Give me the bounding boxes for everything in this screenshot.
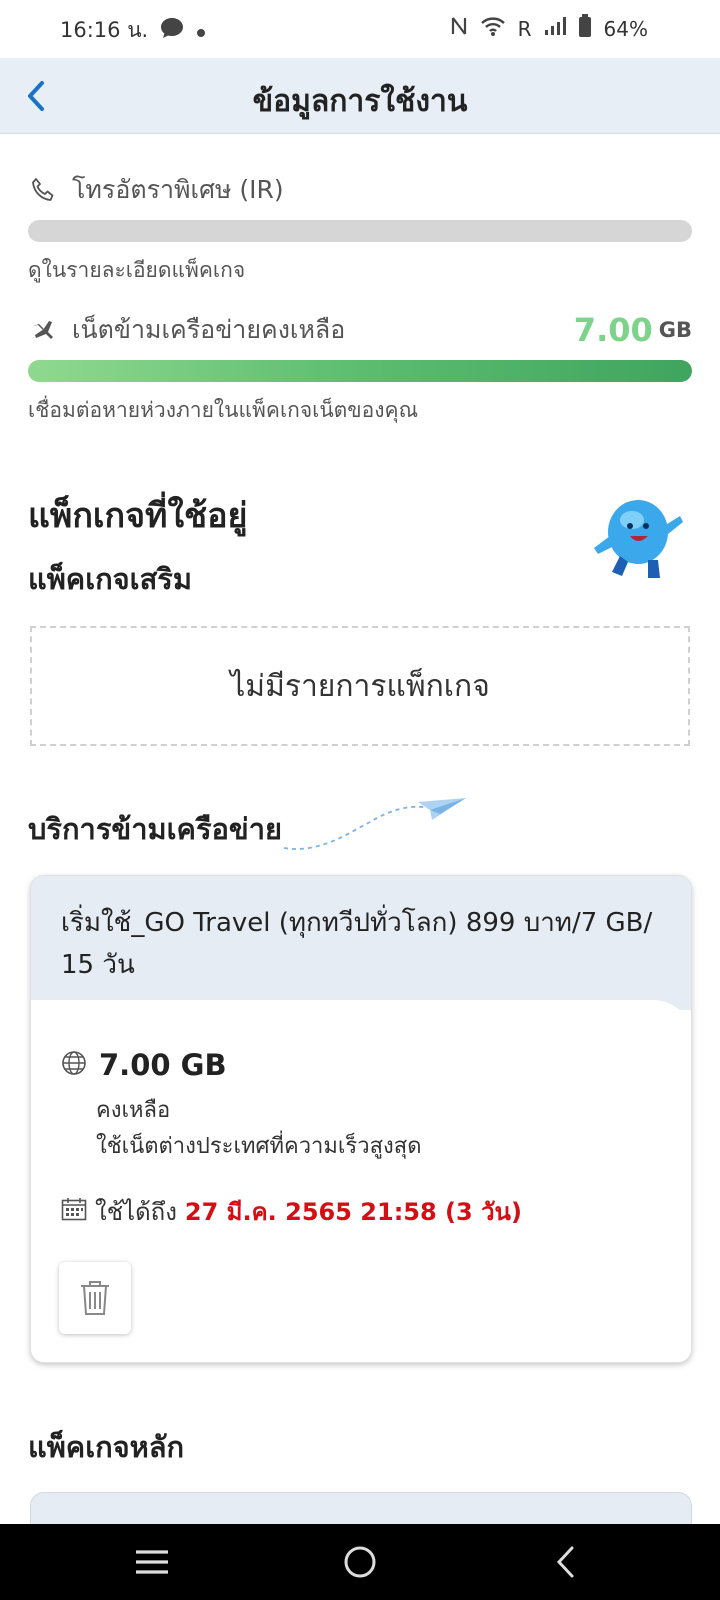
battery-icon [578, 14, 592, 43]
nfc-icon [450, 15, 468, 42]
notification-dot-icon [196, 19, 206, 43]
data-amount-row: 7.00 GB [61, 1048, 227, 1082]
app-header: ข้อมูลการใช้งาน [0, 58, 720, 134]
call-usage-bar [28, 220, 692, 242]
chat-bubble-icon [160, 17, 184, 44]
speed-label: ใช้เน็ตต่างประเทศที่ความเร็วสูงสุด [96, 1134, 422, 1159]
home-button[interactable] [330, 1538, 390, 1586]
data-remaining-value: 7.00 [573, 311, 653, 349]
signal-icon [544, 16, 566, 41]
airplane-icon [28, 315, 58, 345]
call-usage-row: โทรอัตราพิเศษ (IR) ดูในรายละเอียดแพ็คเกจ [28, 170, 692, 287]
back-arrow-icon [556, 1546, 574, 1578]
status-time: 16:16 น. [60, 18, 149, 42]
data-remaining-unit: GB [658, 318, 692, 342]
status-left: 16:16 น. [60, 14, 206, 47]
data-amount: 7.00 GB [99, 1048, 227, 1082]
data-usage-label: เน็ตข้ามเครือข่ายคงเหลือ [72, 315, 346, 344]
data-usage-row: เน็ตข้ามเครือข่ายคงเหลือ 7.00 GB เชื่อมต… [28, 310, 692, 427]
page-title: ข้อมูลการใช้งาน [252, 84, 468, 119]
paper-plane-icon [280, 792, 480, 862]
delete-package-button[interactable] [59, 1262, 131, 1334]
nav-back-button[interactable] [536, 1538, 596, 1586]
data-usage-note: เชื่อมต่อหายห่วงภายในแพ็คเกจเน็ตของคุณ [28, 398, 419, 422]
recent-apps-button[interactable] [122, 1538, 182, 1586]
home-circle-icon [344, 1546, 376, 1578]
addon-packages-title: แพ็คเกจเสริม [28, 562, 192, 596]
roaming-package-body: 7.00 GB คงเหลือ ใช้เน็ตต่างประเทศที่ความ… [31, 1000, 691, 1362]
mascot-illustration [588, 486, 688, 586]
globe-icon [61, 1050, 87, 1080]
roaming-package-card: เริ่มใช้_GO Travel (ทุกทวีปทั่วโลก) 899 … [30, 875, 692, 1363]
expire-date: 27 มี.ค. 2565 21:58 (3 วัน) [184, 1198, 522, 1226]
roaming-indicator: R [517, 16, 532, 41]
call-usage-label: โทรอัตราพิเศษ (IR) [72, 175, 284, 204]
main-packages-title: แพ็คเกจหลัก [28, 1430, 185, 1464]
trash-icon [81, 1281, 109, 1315]
roaming-package-title: เริ่มใช้_GO Travel (ทุกทวีปทั่วโลก) 899 … [31, 876, 691, 1010]
remaining-label: คงเหลือ [96, 1098, 171, 1123]
status-bar: 16:16 น. R 64% [0, 0, 720, 58]
active-packages-title: แพ็กเกจที่ใช้อยู่ [28, 496, 248, 536]
system-nav-bar [0, 1524, 720, 1600]
empty-package-message: ไม่มีรายการแพ็กเกจ [230, 668, 490, 704]
empty-package-box: ไม่มีรายการแพ็กเกจ [30, 626, 690, 746]
roaming-section-title: บริการข้ามเครือข่าย [28, 812, 283, 846]
expire-label: ใช้ได้ถึง [95, 1198, 177, 1226]
data-usage-bar-fill [28, 360, 692, 382]
battery-percent: 64% [603, 16, 648, 41]
data-usage-bar [28, 360, 692, 382]
status-right: R 64% [450, 14, 648, 43]
wifi-icon [480, 15, 506, 42]
expire-row: ใช้ได้ถึง 27 มี.ค. 2565 21:58 (3 วัน) [61, 1192, 522, 1231]
call-usage-note: ดูในรายละเอียดแพ็คเกจ [28, 258, 246, 282]
phone-icon [28, 175, 58, 205]
calendar-icon [61, 1197, 87, 1227]
menu-icon [136, 1550, 168, 1574]
